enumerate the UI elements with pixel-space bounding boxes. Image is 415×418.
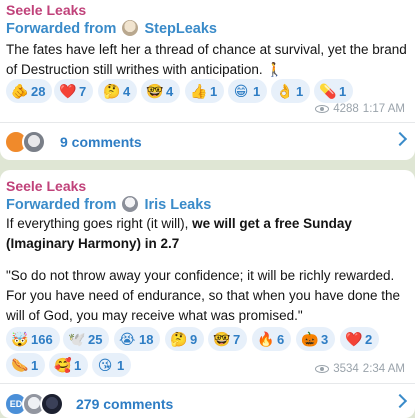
- channel-name[interactable]: Seele Leaks: [6, 2, 86, 18]
- reaction-red-heart[interactable]: ❤️ 2: [340, 327, 380, 351]
- reaction-dove[interactable]: 🕊️ 25: [63, 327, 110, 351]
- reaction-face-blowing-kiss[interactable]: 😘 1: [92, 353, 132, 377]
- divider: [0, 122, 415, 123]
- message-meta: 4288 1:17 AM: [315, 103, 405, 115]
- message-text: If everything goes right (it will), we w…: [6, 214, 410, 254]
- reaction-count: 7: [79, 83, 87, 99]
- reaction-count: 1: [253, 83, 261, 99]
- reaction-count: 1: [339, 83, 347, 99]
- reaction-count: 2: [365, 331, 373, 347]
- reaction-pill[interactable]: 💊 1: [314, 79, 354, 103]
- forwarded-label: Forwarded from: [6, 197, 117, 213]
- reaction-count: 6: [277, 331, 285, 347]
- hot-dog-emoji-icon: 🌭: [11, 357, 29, 373]
- reaction-pointing-hand[interactable]: 🫵 28: [6, 79, 53, 103]
- exploding-head-emoji-icon: 🤯: [11, 331, 29, 347]
- commenter-avatars: [4, 130, 56, 154]
- comments-count: 279 comments: [76, 396, 174, 412]
- reaction-count: 1: [74, 357, 82, 373]
- reaction-count: 18: [139, 331, 154, 347]
- pointing-hand-emoji-icon: 🫵: [11, 83, 29, 99]
- reaction-count: 4: [166, 83, 174, 99]
- message-quote: "So do not throw away your confidence; i…: [6, 268, 401, 323]
- view-count: 4288: [333, 103, 359, 115]
- reaction-count: 1: [117, 357, 125, 373]
- reaction-thinking-face[interactable]: 🤔 4: [98, 79, 138, 103]
- message-time: 2:34 AM: [362, 363, 405, 375]
- reaction-count: 166: [31, 331, 53, 347]
- forwarded-header[interactable]: Forwarded from Iris Leaks: [6, 196, 211, 213]
- reaction-count: 4: [123, 83, 131, 99]
- message-time: 1:17 AM: [362, 103, 405, 115]
- fire-emoji-icon: 🔥: [257, 331, 275, 347]
- view-count: 3534: [333, 363, 359, 375]
- forwarded-label: Forwarded from: [6, 21, 117, 37]
- reaction-crying-face[interactable]: 😭 18: [114, 327, 161, 351]
- reaction-red-heart[interactable]: ❤️ 7: [54, 79, 94, 103]
- commenter-avatar: [22, 130, 46, 154]
- comments-count: 9 comments: [60, 134, 142, 150]
- reaction-jack-o-lantern[interactable]: 🎃 3: [296, 327, 336, 351]
- reaction-count: 25: [88, 331, 103, 347]
- commenter-avatar: [40, 392, 64, 416]
- source-avatar-icon: [122, 20, 139, 36]
- reaction-grinning-face[interactable]: 😁 1: [228, 79, 268, 103]
- thinking-face-emoji-icon: 🤔: [103, 83, 121, 99]
- message-bubble-1[interactable]: Seele Leaks Forwarded from StepLeaks The…: [0, 0, 415, 160]
- reaction-nerd-face[interactable]: 🤓 7: [208, 327, 248, 351]
- face-blowing-kiss-emoji-icon: 😘: [97, 357, 113, 373]
- chevron-right-icon: [392, 131, 408, 147]
- commenter-avatars: ED: [4, 392, 66, 416]
- reaction-nerd-face[interactable]: 🤓 4: [141, 79, 181, 103]
- message-text-plain: If everything goes right (it will),: [6, 216, 193, 231]
- reaction-smiling-face-with-hearts[interactable]: 🥰 1: [49, 353, 89, 377]
- reaction-ok-hand[interactable]: 👌 1: [271, 79, 311, 103]
- divider: [0, 383, 415, 384]
- message-bubble-2[interactable]: Seele Leaks Forwarded from Iris Leaks If…: [0, 170, 415, 418]
- thumbs-up-emoji-icon: 👍: [190, 83, 208, 99]
- forwarded-source[interactable]: StepLeaks: [144, 21, 217, 37]
- thinking-face-emoji-icon: 🤔: [170, 331, 188, 347]
- reaction-count: 1: [296, 83, 304, 99]
- ok-hand-emoji-icon: 👌: [276, 83, 294, 99]
- reaction-thinking-face[interactable]: 🤔 9: [165, 327, 205, 351]
- forwarded-source[interactable]: Iris Leaks: [144, 197, 211, 213]
- reaction-count: 1: [210, 83, 218, 99]
- chevron-right-icon: [392, 393, 408, 409]
- red-heart-emoji-icon: ❤️: [345, 331, 363, 347]
- smiling-face-with-hearts-emoji-icon: 🥰: [54, 357, 72, 373]
- nerd-face-emoji-icon: 🤓: [213, 331, 231, 347]
- message-meta: 3534 2:34 AM: [315, 363, 405, 375]
- crying-face-emoji-icon: 😭: [119, 331, 136, 347]
- comments-button[interactable]: 9 comments: [0, 124, 415, 160]
- reaction-fire[interactable]: 🔥 6: [252, 327, 292, 351]
- reaction-hot-dog[interactable]: 🌭 1: [6, 353, 46, 377]
- views-eye-icon: [315, 105, 330, 113]
- source-avatar-icon: [122, 196, 139, 212]
- reaction-count: 3: [321, 331, 329, 347]
- reaction-thumbs-up[interactable]: 👍 1: [185, 79, 225, 103]
- views-eye-icon: [315, 365, 330, 373]
- reaction-exploding-head[interactable]: 🤯 166: [6, 327, 60, 351]
- reaction-count: 28: [31, 83, 46, 99]
- nerd-face-emoji-icon: 🤓: [146, 83, 164, 99]
- dove-emoji-icon: 🕊️: [68, 331, 86, 347]
- jack-o-lantern-emoji-icon: 🎃: [301, 331, 319, 347]
- pill-emoji-icon: 💊: [319, 83, 337, 99]
- forwarded-header[interactable]: Forwarded from StepLeaks: [6, 20, 217, 37]
- channel-name[interactable]: Seele Leaks: [6, 178, 86, 194]
- comments-button[interactable]: ED 279 comments: [0, 386, 415, 418]
- reaction-count: 7: [233, 331, 241, 347]
- reaction-count: 1: [31, 357, 39, 373]
- red-heart-emoji-icon: ❤️: [59, 83, 77, 99]
- message-text: The fates have left her a thread of chan…: [6, 42, 407, 77]
- grinning-face-emoji-icon: 😁: [233, 83, 249, 99]
- reaction-count: 9: [190, 331, 198, 347]
